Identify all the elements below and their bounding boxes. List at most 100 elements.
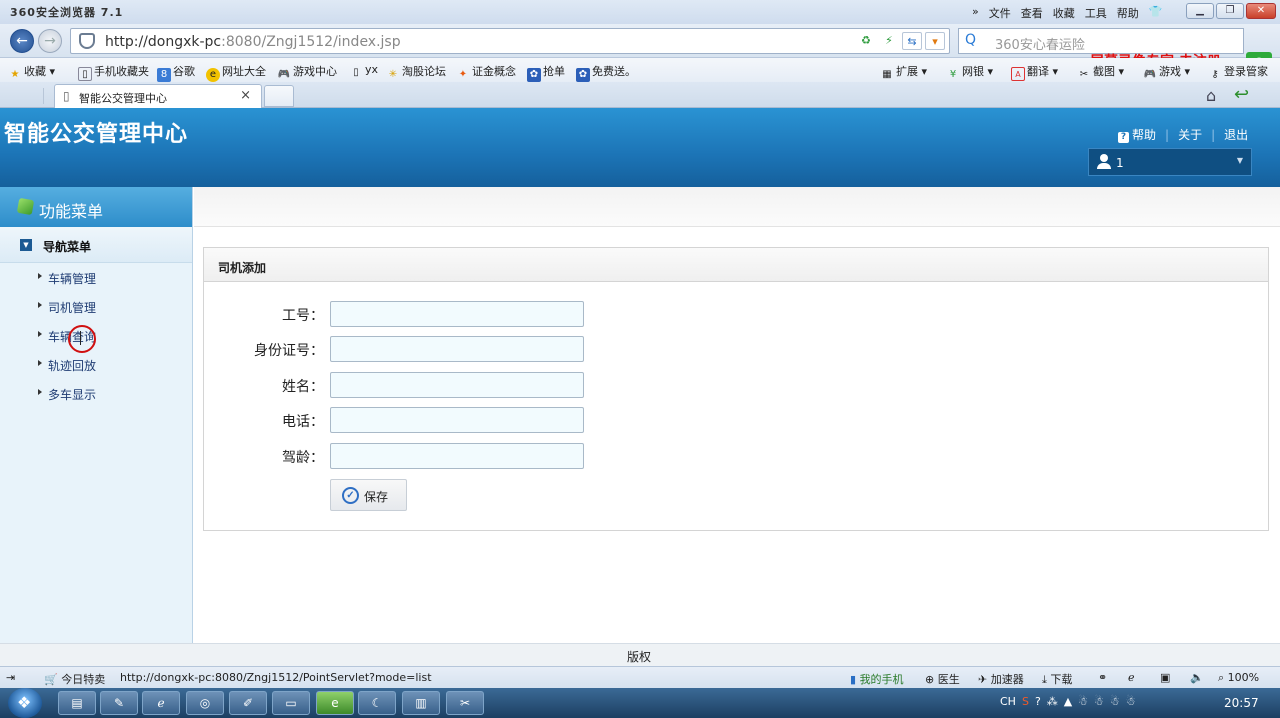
bookmark-forum[interactable]: ✳ 淘股论坛 (386, 63, 446, 82)
menu-more[interactable]: » (972, 5, 979, 21)
id-number-field[interactable] (330, 336, 584, 362)
refresh-icon[interactable]: ♻ (856, 32, 876, 50)
qq-icon[interactable]: ☃ (1110, 695, 1120, 708)
taskbar-paint-icon[interactable]: ✎ (100, 691, 138, 715)
sidebar-item-track-playback[interactable]: 轨迹回放 (0, 350, 192, 379)
search-input[interactable]: 360安心春运险 (995, 34, 1085, 53)
taskbar-explorer-icon[interactable]: ▤ (58, 691, 96, 715)
bookmark-favorites[interactable]: ★ 收藏 ▾ (8, 63, 56, 82)
taskbar-eclipse-icon[interactable]: ☾ (358, 691, 396, 715)
start-button[interactable] (8, 688, 42, 718)
zoom-icon: ⌕ (1218, 671, 1225, 684)
tab-active[interactable]: ▯ 智能公交管理中心 × (54, 84, 262, 108)
show-hidden-icon[interactable]: ▲ (1064, 695, 1072, 708)
menu-file[interactable]: 文件 (989, 5, 1011, 21)
zoom-level[interactable]: ⌕ 100% (1218, 671, 1259, 685)
google-icon: 8 (157, 68, 171, 82)
taskbar-360-browser-icon[interactable]: e (316, 691, 354, 715)
sidebar-item-driver-management[interactable]: 司机管理 (0, 292, 192, 321)
gamepad-icon: 🎮 (1143, 69, 1157, 80)
minimize-button[interactable]: ▁ (1186, 3, 1214, 19)
toolbar-translate[interactable]: A 翻译 ▾ (1011, 63, 1058, 81)
sidebar: 功能菜单 ▼ 导航菜单 车辆管理 司机管理 车辆查询 轨迹回放 多车显示 (0, 187, 193, 643)
employee-id-field[interactable] (330, 301, 584, 327)
taskbar-app-icon[interactable]: ◎ (186, 691, 224, 715)
sidebar-exit-icon[interactable]: ⇥ (6, 671, 15, 684)
toolbar-games[interactable]: 🎮 游戏 ▾ (1143, 63, 1190, 82)
lightning-icon[interactable]: ⚡ (879, 32, 899, 50)
toolbar-banking[interactable]: ¥ 网银 ▾ (946, 63, 993, 82)
bookmark-sites[interactable]: e 网址大全 (206, 63, 266, 82)
forward-button[interactable]: → (38, 29, 62, 53)
help-link[interactable]: ? 帮助 (1118, 126, 1156, 143)
chevron-down-icon[interactable]: ▾ (925, 32, 945, 50)
accelerator[interactable]: ✈ 加速器 (978, 671, 1024, 687)
key-icon: ⚷ (1211, 69, 1219, 80)
undo-icon[interactable]: ↩ (1234, 84, 1249, 105)
paw-icon: ✿ (576, 68, 590, 82)
downloads[interactable]: ⤓ 下载 (1042, 671, 1072, 687)
taskbar-folder-icon[interactable]: ▭ (272, 691, 310, 715)
window-icon[interactable]: ▣ (1160, 671, 1170, 684)
user-dropdown[interactable]: 1 ▼ (1088, 148, 1252, 176)
logout-link[interactable]: 退出 (1224, 126, 1248, 143)
bookmark-google[interactable]: 8 谷歌 (157, 63, 195, 82)
user-icon (1097, 154, 1111, 170)
menu-help[interactable]: 帮助 (1117, 5, 1139, 21)
save-button[interactable]: ✓ 保存 (330, 479, 407, 511)
skin-icon[interactable]: 👕 (1149, 5, 1163, 21)
back-button[interactable]: ← (10, 29, 34, 53)
bookmark-stocks[interactable]: ✦ 证金概念 (456, 63, 516, 82)
help-tray-icon[interactable]: ? (1035, 695, 1041, 708)
name-field[interactable] (330, 372, 584, 398)
qq-icon[interactable]: ☃ (1094, 695, 1104, 708)
nav-group[interactable]: ▼ 导航菜单 (0, 227, 192, 263)
menu-favorites[interactable]: 收藏 (1053, 5, 1075, 21)
glasses-icon[interactable]: ⚭ (1098, 671, 1107, 684)
my-phone[interactable]: ▮ 我的手机 (850, 671, 904, 687)
sidebar-item-vehicle-query[interactable]: 车辆查询 (0, 321, 192, 350)
taskbar-ie-icon[interactable]: ℯ (142, 691, 180, 715)
speaker-icon[interactable]: 🔈 (1190, 671, 1204, 684)
status-url: http://dongxk-pc:8080/Zngj1512/PointServ… (120, 671, 432, 684)
bookmark-yx[interactable]: ▯ yx (349, 63, 378, 80)
compat-icon[interactable]: ⇆ (902, 32, 922, 50)
arrow-right-icon (38, 389, 42, 395)
address-url[interactable]: http://dongxk-pc:8080/Zngj1512/index.jsp (105, 34, 401, 50)
bookmark-mobile[interactable]: ▯ 手机收藏夹 (78, 63, 149, 81)
taskbar-tool-icon[interactable]: ✐ (229, 691, 267, 715)
sidebar-item-vehicle-management[interactable]: 车辆管理 (0, 263, 192, 292)
qq-icon[interactable]: ☃ (1126, 695, 1136, 708)
doctor[interactable]: ⊕ 医生 (925, 671, 960, 687)
sidebar-toggle[interactable] (10, 88, 44, 104)
bookmark-grab[interactable]: ✿ 抢单 (527, 63, 565, 82)
driving-years-field[interactable] (330, 443, 584, 469)
sogou-icon[interactable]: S (1022, 695, 1029, 708)
restore-button[interactable]: ❐ (1216, 3, 1244, 19)
network-icon[interactable]: ⁂ (1047, 695, 1058, 708)
close-window-button[interactable]: ✕ (1246, 3, 1276, 19)
menu-tools[interactable]: 工具 (1085, 5, 1107, 21)
input-language[interactable]: CH (1000, 695, 1016, 708)
today-deals[interactable]: 🛒 今日特卖 (44, 671, 105, 687)
home-icon[interactable]: ⌂ (1206, 86, 1216, 105)
bookmark-free[interactable]: ✿ 免费送。 (576, 63, 636, 82)
taskbar-archive-icon[interactable]: ▥ (402, 691, 440, 715)
menu-view[interactable]: 查看 (1021, 5, 1043, 21)
bookmark-games[interactable]: 🎮 游戏中心 (277, 63, 337, 82)
about-link[interactable]: 关于 (1178, 126, 1202, 143)
collapse-icon[interactable]: ▼ (20, 239, 32, 251)
address-bar[interactable]: http://dongxk-pc:8080/Zngj1512/index.jsp… (70, 28, 950, 54)
qq-icon[interactable]: ☃ (1078, 695, 1088, 708)
search-icon: Q (965, 32, 977, 48)
phone-field[interactable] (330, 407, 584, 433)
toolbar-login[interactable]: ⚷ 登录管家 (1208, 63, 1268, 82)
ie-icon[interactable]: ℯ (1128, 671, 1135, 684)
taskbar-recorder-icon[interactable]: ✂ (446, 691, 484, 715)
toolbar-screenshot[interactable]: ✂ 截图 ▾ (1077, 63, 1124, 82)
close-tab-icon[interactable]: × (240, 88, 251, 103)
new-tab-button[interactable] (264, 85, 294, 107)
app-header: 智能公交管理中心 ? 帮助 | 关于 | 退出 1 ▼ (0, 108, 1280, 187)
sidebar-item-multi-vehicle[interactable]: 多车显示 (0, 379, 192, 408)
toolbar-extensions[interactable]: ▦ 扩展 ▾ (880, 63, 927, 82)
